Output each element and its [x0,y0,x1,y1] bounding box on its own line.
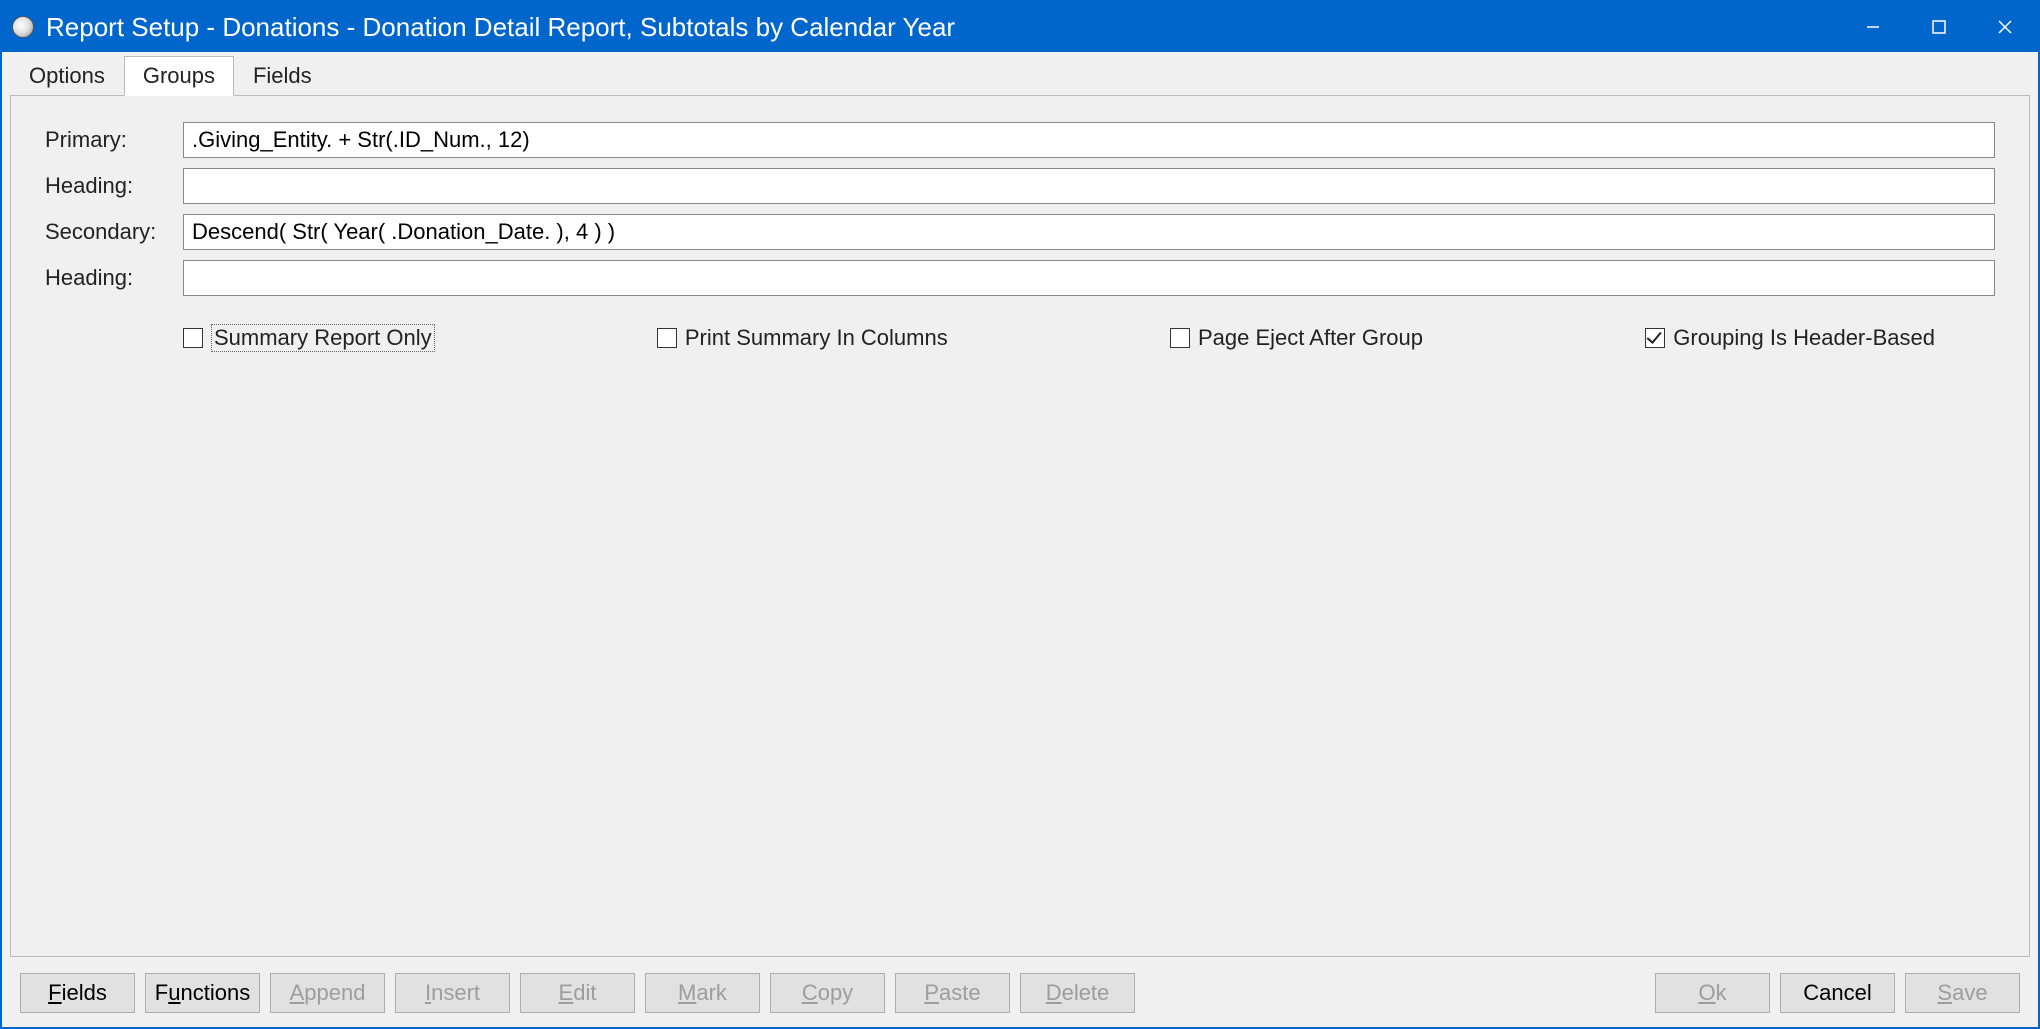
primary-label: Primary: [45,127,183,153]
groups-panel: Primary: Heading: Secondary: Heading: Su… [10,95,2030,957]
summary-only-label: Summary Report Only [211,324,435,352]
header-based-label: Grouping Is Header-Based [1673,325,1935,351]
checkbox-icon [1645,328,1665,348]
copy-button[interactable]: Copy [770,973,885,1013]
tab-options[interactable]: Options [10,56,124,96]
maximize-button[interactable] [1906,2,1972,52]
app-icon [12,16,34,38]
save-button[interactable]: Save [1905,973,2020,1013]
checkbox-icon [657,328,677,348]
print-columns-checkbox[interactable]: Print Summary In Columns [657,324,948,352]
edit-button[interactable]: Edit [520,973,635,1013]
mark-button[interactable]: Mark [645,973,760,1013]
secondary-label: Secondary: [45,219,183,245]
window-controls [1840,2,2038,52]
paste-button[interactable]: Paste [895,973,1010,1013]
window-title: Report Setup - Donations - Donation Deta… [46,12,1840,43]
delete-button[interactable]: Delete [1020,973,1135,1013]
print-columns-label: Print Summary In Columns [685,325,948,351]
minimize-button[interactable] [1840,2,1906,52]
page-eject-checkbox[interactable]: Page Eject After Group [1170,324,1423,352]
tab-groups[interactable]: Groups [124,56,234,96]
tab-row: Options Groups Fields [2,52,2038,96]
functions-button[interactable]: Functions [145,973,260,1013]
secondary-input[interactable] [183,214,1995,250]
page-eject-label: Page Eject After Group [1198,325,1423,351]
insert-button[interactable]: Insert [395,973,510,1013]
checkbox-icon [1170,328,1190,348]
tab-fields[interactable]: Fields [234,56,331,96]
ok-button[interactable]: Ok [1655,973,1770,1013]
heading1-label: Heading: [45,173,183,199]
summary-only-checkbox[interactable]: Summary Report Only [183,324,435,352]
heading2-label: Heading: [45,265,183,291]
primary-input[interactable] [183,122,1995,158]
button-bar: Fields Functions Append Insert Edit Mark… [2,965,2038,1027]
checkbox-icon [183,328,203,348]
append-button[interactable]: Append [270,973,385,1013]
header-based-checkbox[interactable]: Grouping Is Header-Based [1645,324,1935,352]
checkbox-row: Summary Report Only Print Summary In Col… [45,324,1995,352]
titlebar: Report Setup - Donations - Donation Deta… [2,2,2038,52]
dialog-window: Report Setup - Donations - Donation Deta… [0,0,2040,1029]
cancel-button[interactable]: Cancel [1780,973,1895,1013]
close-button[interactable] [1972,2,2038,52]
heading1-input[interactable] [183,168,1995,204]
fields-button[interactable]: Fields [20,973,135,1013]
heading2-input[interactable] [183,260,1995,296]
